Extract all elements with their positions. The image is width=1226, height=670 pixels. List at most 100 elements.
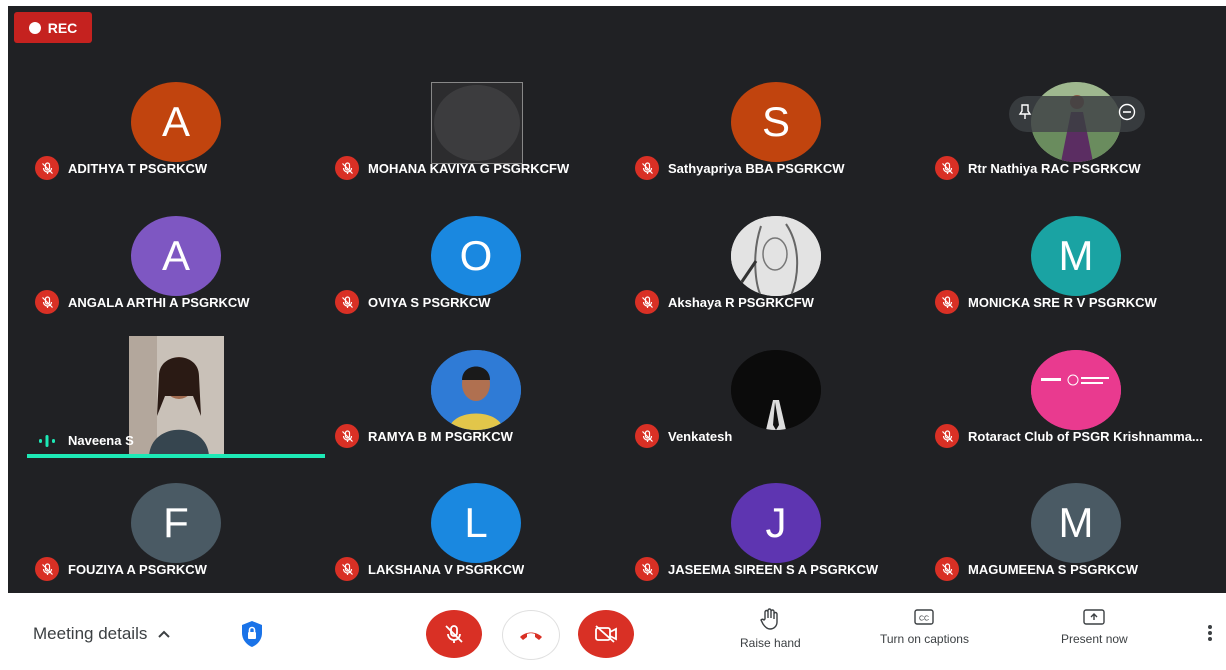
more-options-icon[interactable]	[1207, 624, 1213, 647]
mic-off-icon	[941, 429, 953, 442]
participant-tile[interactable]: J JASEEMA SIREEN S A PSGRKCW	[627, 459, 925, 591]
present-screen-icon	[1083, 609, 1106, 625]
pin-icon[interactable]	[1018, 103, 1032, 125]
meeting-details-button[interactable]: Meeting details	[33, 624, 171, 644]
participant-tile[interactable]: A ANGALA ARTHI A PSGRKCW	[27, 192, 325, 324]
participant-grid: A ADITHYA T PSGRKCW MOHANA KAVIYA G PSGRKC…	[27, 58, 1226, 593]
svg-text:CC: CC	[919, 616, 929, 623]
captions-button[interactable]: CC Turn on captions	[880, 608, 969, 646]
participant-name: Sathyapriya BBA PSGRKCW	[668, 160, 845, 176]
participant-tile[interactable]: Rotaract Club of PSGR Krishnamma...	[927, 326, 1225, 458]
raise-hand-label: Raise hand	[740, 636, 801, 650]
participant-name-row: LAKSHANA V PSGRKCW	[335, 557, 524, 581]
participant-tile[interactable]: A ADITHYA T PSGRKCW	[27, 58, 325, 190]
participant-tile[interactable]: Akshaya R PSGRKCFW	[627, 192, 925, 324]
participant-name-row: Akshaya R PSGRKCFW	[635, 290, 814, 314]
participant-name-row: Naveena S	[35, 433, 134, 448]
camera-toggle-button[interactable]	[578, 610, 634, 658]
captions-label: Turn on captions	[880, 632, 969, 646]
closed-captions-icon: CC	[914, 609, 935, 625]
participant-avatar	[1031, 350, 1121, 430]
participant-avatar: J	[731, 483, 821, 563]
participant-name: RAMYA B M PSGRKCW	[368, 428, 513, 444]
participant-name: ADITHYA T PSGRKCW	[68, 160, 208, 176]
club-logo-icon	[1031, 350, 1121, 430]
participant-name-row: Rotaract Club of PSGR Krishnamma...	[935, 424, 1203, 448]
participant-avatar	[731, 350, 821, 430]
sketch-avatar-icon	[731, 216, 821, 296]
participant-name: Rotaract Club of PSGR Krishnamma...	[968, 428, 1203, 444]
muted-mic-icon	[335, 156, 359, 180]
participant-tile[interactable]: S Sathyapriya BBA PSGRKCW	[627, 58, 925, 190]
participant-name-row: MOHANA KAVIYA G PSGRKCFW	[335, 156, 569, 180]
mic-off-icon	[641, 161, 653, 174]
remove-icon[interactable]	[1118, 103, 1136, 126]
participant-name-row: Sathyapriya BBA PSGRKCW	[635, 156, 845, 180]
mic-off-icon	[641, 429, 653, 442]
tile-hover-controls	[1009, 96, 1145, 132]
participant-avatar: O	[431, 216, 521, 296]
participant-tile[interactable]: Rtr Nathiya RAC PSGRKCW	[927, 58, 1225, 190]
leave-call-button[interactable]	[502, 610, 560, 660]
participant-tile[interactable]: Venkatesh	[627, 326, 925, 458]
participant-avatar: A	[131, 82, 221, 162]
participant-name-row: ADITHYA T PSGRKCW	[35, 156, 207, 180]
broken-avatar-image	[431, 82, 523, 164]
participant-name-row: OVIYA S PSGRKCW	[335, 290, 491, 314]
participant-tile[interactable]: M MONICKA SRE R V PSGRKCW	[927, 192, 1225, 324]
mic-off-icon	[41, 161, 53, 174]
microphone-toggle-button[interactable]	[426, 610, 482, 658]
participant-name: Akshaya R PSGRKCFW	[668, 294, 814, 310]
chevron-up-icon	[158, 630, 171, 638]
hang-up-icon	[520, 632, 542, 640]
participant-video	[129, 336, 224, 456]
mic-off-icon	[341, 562, 353, 575]
muted-mic-icon	[335, 557, 359, 581]
muted-mic-icon	[635, 290, 659, 314]
participant-name: MOHANA KAVIYA G PSGRKCFW	[368, 160, 570, 176]
meeting-stage: REC A ADITHYA T PSGRKCW MOHANA KAVIYA G PS…	[8, 6, 1226, 593]
mic-off-icon	[641, 562, 653, 575]
participant-avatar: F	[131, 483, 221, 563]
mic-off-icon	[941, 161, 953, 174]
active-speaker-bar	[27, 454, 325, 458]
participant-tile[interactable]: RAMYA B M PSGRKCW	[327, 326, 625, 458]
muted-mic-icon	[335, 424, 359, 448]
mic-off-icon	[641, 295, 653, 308]
mic-off-icon	[341, 295, 353, 308]
muted-mic-icon	[935, 557, 959, 581]
participant-name-row: RAMYA B M PSGRKCW	[335, 424, 513, 448]
participant-tile[interactable]: F FOUZIYA A PSGRKCW	[27, 459, 325, 591]
raise-hand-button[interactable]: Raise hand	[740, 608, 801, 650]
muted-mic-icon	[35, 557, 59, 581]
participant-tile[interactable]: M MAGUMEENA S PSGRKCW	[927, 459, 1225, 591]
muted-mic-icon	[935, 156, 959, 180]
muted-mic-icon	[35, 156, 59, 180]
muted-mic-icon	[635, 557, 659, 581]
bottom-toolbar: Meeting details Raise hand CC Turn on ca…	[0, 596, 1226, 670]
participant-tile[interactable]: O OVIYA S PSGRKCW	[327, 192, 625, 324]
participant-name: Rtr Nathiya RAC PSGRKCW	[968, 160, 1141, 176]
participant-tile[interactable]: Naveena S	[27, 326, 325, 458]
mic-off-icon	[941, 562, 953, 575]
participant-tile[interactable]: L LAKSHANA V PSGRKCW	[327, 459, 625, 591]
participant-name-row: Venkatesh	[635, 424, 732, 448]
participant-name-row: MONICKA SRE R V PSGRKCW	[935, 290, 1157, 314]
muted-mic-icon	[935, 290, 959, 314]
security-shield-icon[interactable]	[240, 620, 264, 653]
muted-mic-icon	[635, 156, 659, 180]
participant-name-row: ANGALA ARTHI A PSGRKCW	[35, 290, 250, 314]
mic-off-icon	[341, 429, 353, 442]
participant-name-row: FOUZIYA A PSGRKCW	[35, 557, 207, 581]
participant-tile[interactable]: MOHANA KAVIYA G PSGRKCFW	[327, 58, 625, 190]
photo-avatar-icon	[431, 350, 521, 430]
speaking-indicator	[35, 434, 59, 448]
present-now-label: Present now	[1061, 632, 1128, 646]
meeting-details-label: Meeting details	[33, 624, 148, 643]
present-now-button[interactable]: Present now	[1061, 608, 1128, 646]
participant-avatar: S	[731, 82, 821, 162]
participant-name-row: MAGUMEENA S PSGRKCW	[935, 557, 1138, 581]
participant-avatar: A	[131, 216, 221, 296]
muted-mic-icon	[935, 424, 959, 448]
participant-avatar	[731, 216, 821, 296]
